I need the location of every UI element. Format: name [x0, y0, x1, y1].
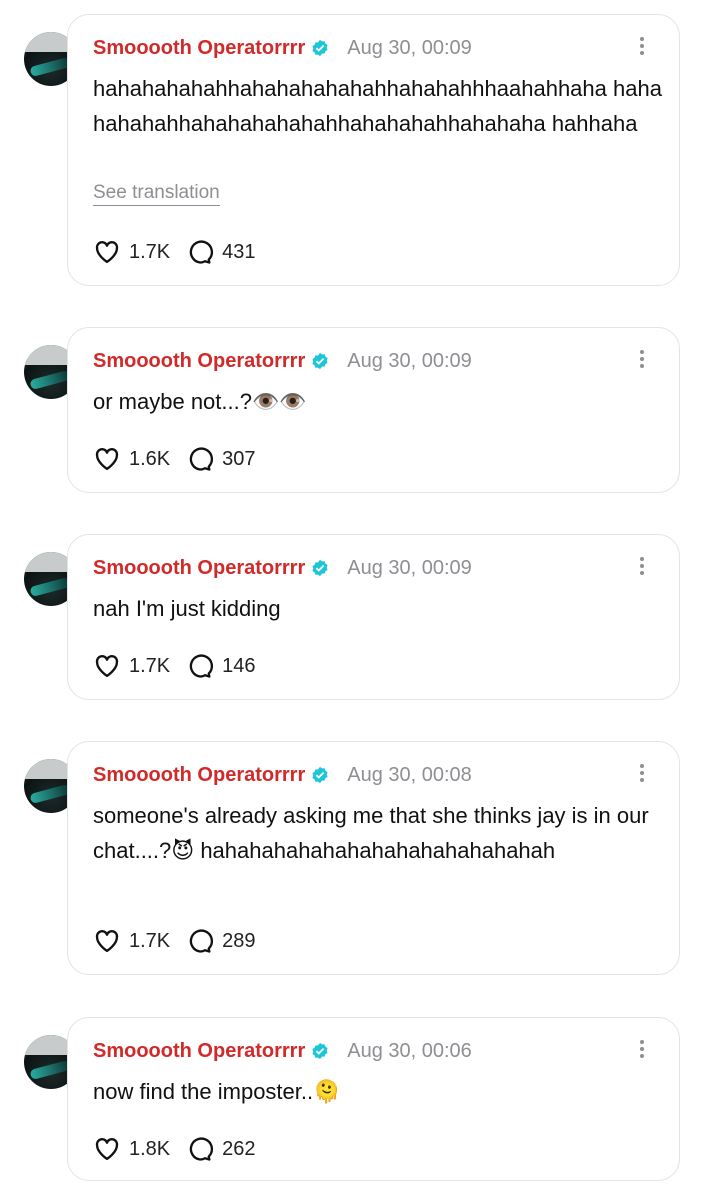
like-count: 1.6K [129, 447, 171, 470]
author-name[interactable]: Smooooth Operatorrrr [93, 37, 305, 60]
author-name[interactable]: Smooooth Operatorrrr [93, 557, 305, 580]
reply-count: 307 [222, 447, 256, 470]
post-header: Smooooth Operatorrrr Aug 30, 00:09 [93, 346, 472, 376]
like-button[interactable]: 1.7K [93, 927, 170, 955]
post-actions: 1.7K 146 [93, 651, 256, 681]
post-text: now find the imposter..🫠 [93, 1079, 341, 1104]
more-options-icon[interactable] [639, 557, 645, 579]
post: Smooooth Operatorrrr Aug 30, 00:08 someo… [0, 741, 708, 975]
post-card[interactable]: Smooooth Operatorrrr Aug 30, 00:09 or ma… [67, 327, 680, 493]
verified-badge-icon [312, 766, 328, 784]
more-options-icon[interactable] [639, 1040, 645, 1062]
like-count: 1.8K [129, 1137, 171, 1160]
post-text: hahahahahahhahahahahahahhahahahhhaahahha… [93, 76, 662, 136]
like-button[interactable]: 1.7K [93, 238, 170, 266]
author-name[interactable]: Smooooth Operatorrrr [93, 350, 305, 373]
reply-count: 262 [222, 1137, 256, 1160]
verified-badge-icon [312, 559, 328, 577]
more-options-icon[interactable] [639, 37, 645, 59]
post-card[interactable]: Smooooth Operatorrrr Aug 30, 00:09 hahah… [67, 14, 680, 286]
like-button[interactable]: 1.8K [93, 1135, 170, 1163]
verified-badge-icon [312, 352, 328, 370]
heart-icon [95, 448, 119, 471]
reply-bubble-icon [189, 929, 214, 953]
post-text: someone's already asking me that she thi… [93, 803, 655, 863]
post-header: Smooooth Operatorrrr Aug 30, 00:09 [93, 553, 472, 583]
heart-icon [95, 241, 119, 264]
post-actions: 1.8K 262 [93, 1134, 256, 1164]
more-options-icon[interactable] [639, 764, 645, 786]
reply-bubble-icon [189, 447, 214, 471]
post-timestamp: Aug 30, 00:09 [347, 36, 472, 59]
like-button[interactable]: 1.6K [93, 445, 170, 473]
post-timestamp: Aug 30, 00:09 [347, 349, 472, 372]
post-text: nah I'm just kidding [93, 596, 281, 621]
verified-badge-icon [312, 1042, 328, 1060]
post-actions: 1.7K 431 [93, 237, 256, 267]
post-card[interactable]: Smooooth Operatorrrr Aug 30, 00:09 nah I… [67, 534, 680, 700]
reply-count: 289 [222, 929, 256, 952]
like-button[interactable]: 1.7K [93, 652, 170, 680]
reply-bubble-icon [189, 240, 214, 264]
reply-bubble-icon [189, 654, 214, 678]
verified-badge-icon [312, 39, 328, 57]
heart-icon [95, 655, 119, 678]
author-name[interactable]: Smooooth Operatorrrr [93, 764, 305, 787]
author-name[interactable]: Smooooth Operatorrrr [93, 1040, 305, 1063]
post-card[interactable]: Smooooth Operatorrrr Aug 30, 00:06 now f… [67, 1017, 680, 1181]
post-actions: 1.6K 307 [93, 444, 256, 474]
like-count: 1.7K [129, 654, 171, 677]
reply-button[interactable]: 262 [186, 1135, 256, 1163]
post-timestamp: Aug 30, 00:08 [347, 763, 472, 786]
reply-button[interactable]: 307 [186, 445, 256, 473]
post-header: Smooooth Operatorrrr Aug 30, 00:09 [93, 33, 472, 63]
post: Smooooth Operatorrrr Aug 30, 00:09 hahah… [0, 14, 708, 286]
post: Smooooth Operatorrrr Aug 30, 00:09 or ma… [0, 327, 708, 493]
post: Smooooth Operatorrrr Aug 30, 00:06 now f… [0, 1017, 708, 1181]
reply-button[interactable]: 289 [186, 927, 256, 955]
post-timestamp: Aug 30, 00:09 [347, 556, 472, 579]
reply-count: 146 [222, 654, 256, 677]
see-translation-link[interactable]: See translation [93, 182, 220, 206]
heart-icon [95, 930, 119, 953]
reply-button[interactable]: 146 [186, 652, 256, 680]
like-count: 1.7K [129, 240, 171, 263]
more-options-icon[interactable] [639, 350, 645, 372]
like-count: 1.7K [129, 929, 171, 952]
post-card[interactable]: Smooooth Operatorrrr Aug 30, 00:08 someo… [67, 741, 680, 975]
post-header: Smooooth Operatorrrr Aug 30, 00:08 [93, 760, 472, 790]
post-actions: 1.7K 289 [93, 926, 256, 956]
reply-bubble-icon [189, 1137, 214, 1161]
post-timestamp: Aug 30, 00:06 [347, 1039, 472, 1062]
post: Smooooth Operatorrrr Aug 30, 00:09 nah I… [0, 534, 708, 700]
post-text: or maybe not...?👁️👁️ [93, 389, 307, 414]
reply-count: 431 [222, 240, 256, 263]
heart-icon [95, 1138, 119, 1161]
post-header: Smooooth Operatorrrr Aug 30, 00:06 [93, 1036, 472, 1066]
reply-button[interactable]: 431 [186, 238, 256, 266]
